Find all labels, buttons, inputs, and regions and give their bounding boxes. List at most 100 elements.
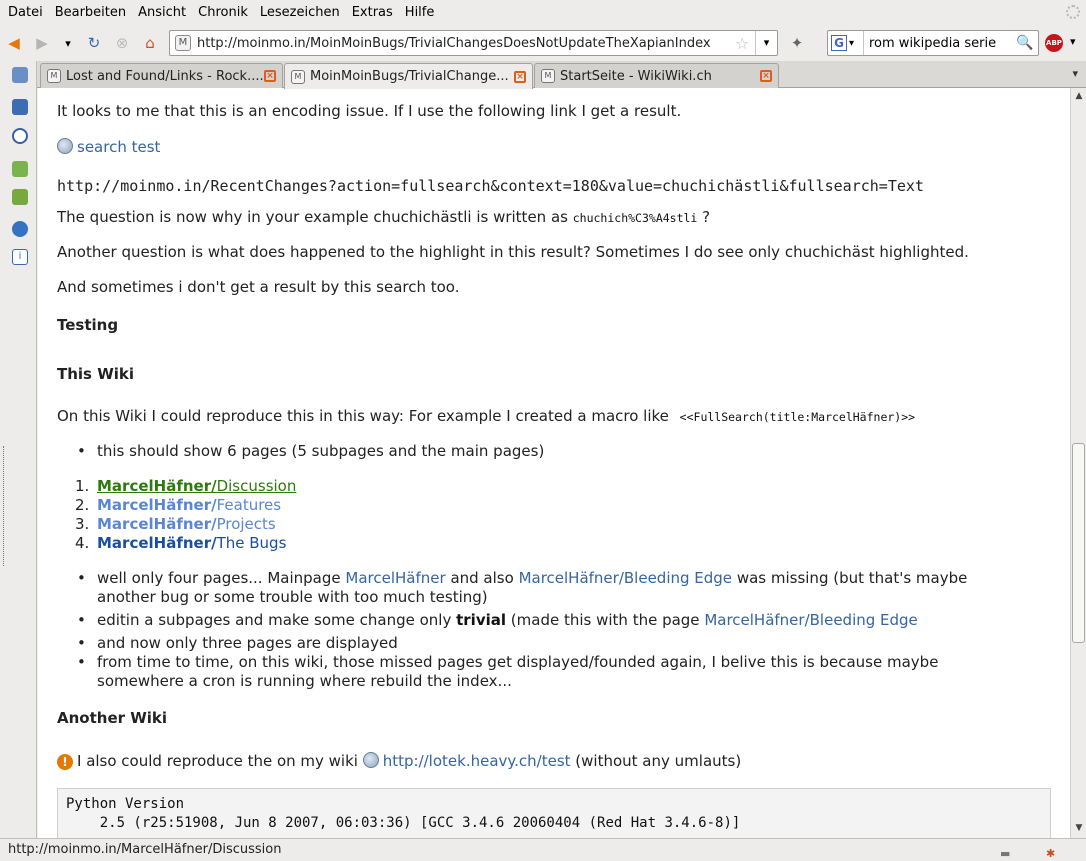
close-tab-icon[interactable]: ×: [514, 70, 526, 83]
addon-icon[interactable]: ✦: [787, 33, 807, 53]
heading-this-wiki: This Wiki: [57, 365, 135, 383]
info-icon[interactable]: i: [12, 249, 28, 265]
tab-label: Lost and Found/Links - Rock....: [66, 68, 264, 84]
menu-chronik[interactable]: Chronik: [192, 0, 254, 25]
url-bar[interactable]: M http://moinmo.in/MoinMoinBugs/TrivialC…: [169, 30, 778, 56]
link-marcelhaefner[interactable]: MarcelHäfner: [345, 569, 445, 587]
code-line: 2.5 (r25:51908, Jun 8 2007, 06:03:36) [G…: [66, 815, 741, 831]
heading-another-wiki: Another Wiki: [57, 709, 168, 727]
sidebar-splitter[interactable]: [0, 446, 4, 566]
url-line: http://moinmo.in/RecentChanges?action=fu…: [57, 177, 924, 195]
navigation-toolbar: ◀ ▶ ▾ ↻ ⊗ ⌂ M http://moinmo.in/MoinMoinB…: [0, 25, 1086, 61]
menu-lesezeichen[interactable]: Lesezeichen: [254, 0, 346, 25]
tab-moinmoinbugs[interactable]: M MoinMoinBugs/TrivialChange... ×: [284, 63, 533, 89]
adblock-dropdown-button[interactable]: ▾: [1070, 35, 1076, 48]
url-dropdown-button[interactable]: ▾: [755, 31, 777, 55]
paragraph-question: The question is now why in your example …: [57, 208, 710, 226]
page-content: It looks to me that this is an encoding …: [38, 88, 1070, 838]
link-projects[interactable]: MarcelHäfner/Projects: [97, 515, 276, 533]
bookmarks-icon[interactable]: [12, 99, 28, 115]
scroll-down-arrow-icon[interactable]: ▼: [1073, 822, 1085, 834]
paragraph-highlight: Another question is what does happened t…: [57, 243, 969, 261]
list-item: • and now only three pages are displayed: [77, 634, 398, 652]
downloads-icon[interactable]: [12, 161, 28, 177]
search-test-row: search test: [57, 138, 160, 156]
google-icon: G: [831, 35, 847, 51]
list-item: • well only four pages... Mainpage Marce…: [77, 569, 968, 606]
link-bleeding-edge[interactable]: MarcelHäfner/Bleeding Edge: [519, 569, 732, 587]
bullet-text: and now only three pages are displayed: [97, 634, 398, 652]
menu-ansicht[interactable]: Ansicht: [132, 0, 192, 25]
stop-button[interactable]: ⊗: [112, 33, 132, 53]
forward-button[interactable]: ▶: [32, 33, 52, 53]
numbered-item-3: 3. MarcelHäfner/Projects: [75, 515, 276, 533]
throbber-icon: [1066, 5, 1080, 19]
bullet-text: this should show 6 pages (5 subpages and…: [97, 442, 545, 460]
status-text: http://moinmo.in/MarcelHäfner/Discussion: [8, 842, 282, 857]
search-box[interactable]: G ▾ rom wikipedia serie 🔍: [827, 30, 1039, 56]
numbered-item-1: 1. MarcelHäfner/Discussion: [75, 477, 297, 495]
tab-startseite[interactable]: M StartSeite - WikiWiki.ch ×: [534, 63, 779, 88]
close-tab-icon[interactable]: ×: [264, 70, 276, 82]
tab-favicon-icon: M: [291, 69, 305, 84]
search-engine-selector[interactable]: G ▾: [828, 31, 864, 55]
addons-icon[interactable]: [12, 189, 28, 205]
reload-button[interactable]: ↻: [84, 33, 104, 53]
bullet-text: well only four pages... Mainpage MarcelH…: [97, 569, 968, 587]
tab-list-dropdown-button[interactable]: ▾: [1072, 67, 1078, 80]
paragraph-reproduce: On this Wiki I could reproduce this in t…: [57, 407, 915, 425]
numbered-item-4: 4. MarcelHäfner/The Bugs: [75, 534, 287, 552]
question-text: The question is now why in your example …: [57, 208, 573, 226]
list-item: • editin a subpages and make some change…: [77, 611, 918, 629]
list-item: • from time to time, on this wiki, those…: [77, 653, 939, 690]
adblock-icon[interactable]: ABP: [1045, 34, 1063, 52]
tab-label: MoinMoinBugs/TrivialChange...: [310, 69, 509, 84]
back-button[interactable]: ◀: [4, 33, 24, 53]
code-line: Python Version: [66, 796, 185, 812]
numbered-list: 1. MarcelHäfner/Discussion 2. MarcelHäfn…: [57, 477, 1057, 557]
heading-testing: Testing: [57, 316, 119, 334]
history-icon[interactable]: [12, 128, 28, 144]
code-block: Python Version 2.5 (r25:51908, Jun 8 200…: [57, 788, 1051, 838]
tab-lost-and-found[interactable]: M Lost and Found/Links - Rock.... ×: [40, 63, 283, 88]
site-favicon-icon: M: [175, 35, 191, 51]
globe-icon: [362, 752, 379, 768]
link-discussion[interactable]: MarcelHäfner/Discussion: [97, 477, 296, 495]
bookmark-star-icon[interactable]: ☆: [735, 34, 755, 53]
bookmarks-toolbar-icon[interactable]: [12, 67, 28, 83]
status-bug-icon: ✱: [1046, 847, 1056, 860]
lotek-link[interactable]: http://lotek.heavy.ch/test: [383, 752, 571, 770]
search-icon[interactable]: 🔍: [1016, 35, 1038, 51]
menu-bearbeiten[interactable]: Bearbeiten: [49, 0, 132, 25]
tab-label: StartSeite - WikiWiki.ch: [560, 68, 712, 84]
scroll-up-arrow-icon[interactable]: ▲: [1073, 90, 1085, 102]
tab-favicon-icon: M: [541, 69, 555, 83]
search-test-link[interactable]: search test: [77, 138, 160, 156]
list-item: • this should show 6 pages (5 subpages a…: [77, 442, 545, 460]
macro-text: <<FullSearch(title:MarcelHäfner)>>: [679, 410, 916, 424]
menu-bar: Datei Bearbeiten Ansicht Chronik Lesezei…: [0, 0, 1086, 25]
menu-extras[interactable]: Extras: [346, 0, 399, 25]
tab-favicon-icon: M: [47, 69, 61, 83]
menu-datei[interactable]: Datei: [2, 0, 49, 25]
bullet-text-continued: somewhere a cron is running where rebuil…: [97, 672, 512, 690]
history-dropdown-button[interactable]: ▾: [58, 33, 78, 53]
warning-icon: !: [57, 754, 73, 770]
numbered-item-2: 2. MarcelHäfner/Features: [75, 496, 282, 514]
url-input[interactable]: http://moinmo.in/MoinMoinBugs/TrivialCha…: [197, 36, 735, 51]
bullet-text: from time to time, on this wiki, those m…: [97, 653, 939, 671]
link-the-bugs[interactable]: MarcelHäfner/The Bugs: [97, 534, 286, 552]
status-bar: http://moinmo.in/MarcelHäfner/Discussion…: [0, 838, 1086, 861]
settings-icon[interactable]: [12, 221, 28, 237]
vertical-scrollbar[interactable]: ▲ ▼: [1070, 88, 1086, 838]
bullet-text: editin a subpages and make some change o…: [97, 611, 918, 629]
paragraph-my-wiki: ! I also could reproduce the on my wiki h…: [57, 752, 741, 770]
link-features[interactable]: MarcelHäfner/Features: [97, 496, 281, 514]
menu-hilfe[interactable]: Hilfe: [399, 0, 441, 25]
scrollbar-thumb[interactable]: [1072, 443, 1085, 643]
tab-bar: M Lost and Found/Links - Rock.... × M Mo…: [37, 61, 1086, 89]
link-bleeding-edge-2[interactable]: MarcelHäfner/Bleeding Edge: [704, 611, 917, 629]
home-button[interactable]: ⌂: [140, 33, 160, 53]
search-input[interactable]: rom wikipedia serie: [864, 36, 1016, 51]
close-tab-icon[interactable]: ×: [760, 70, 772, 82]
